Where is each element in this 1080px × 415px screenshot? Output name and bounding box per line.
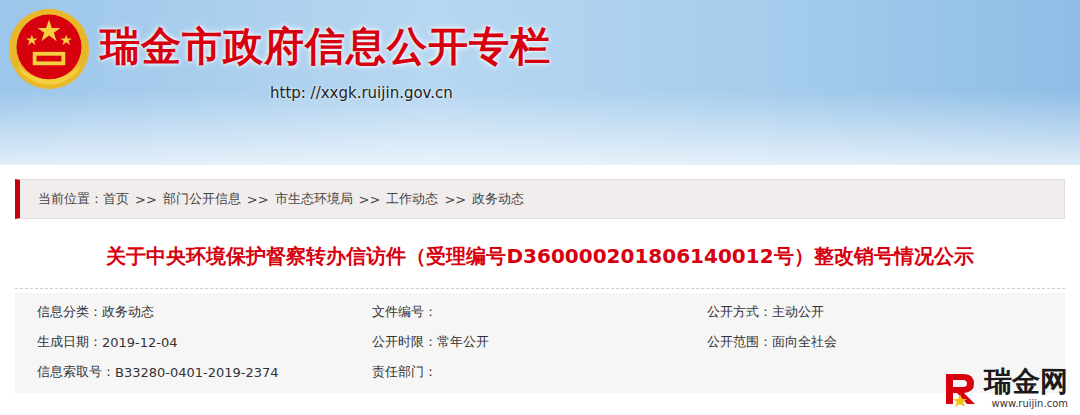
page: 瑞金市政府信息公开专栏 http: //xxgk.ruijin.gov.cn 当前位… bbox=[0, 0, 1080, 415]
meta-table: 信息分类：政务动态文件编号：公开方式：主动公开生成日期：2019-12-04公开… bbox=[15, 293, 1065, 393]
breadcrumb-item[interactable]: 工作动态 bbox=[386, 190, 438, 208]
content: 当前位置：首页 >> 部门公开信息 >> 市生态环境局 >> 工作动态 >> 政务动态关于中央环… bbox=[0, 165, 1080, 393]
breadcrumb-separator: >> bbox=[359, 192, 381, 207]
meta-item: 责任部门： bbox=[372, 361, 707, 383]
national-emblem-icon bbox=[6, 6, 92, 92]
breadcrumb: 当前位置：首页 >> 部门公开信息 >> 市生态环境局 >> 工作动态 >> 政务动态 bbox=[15, 179, 1065, 219]
breadcrumb-label: 当前位置： bbox=[38, 190, 103, 208]
meta-item: 信息索取号：B33280-0401-2019-2374 bbox=[37, 361, 372, 383]
site-title: 瑞金市政府信息公开专栏 bbox=[100, 22, 551, 70]
banner: 瑞金市政府信息公开专栏 http: //xxgk.ruijin.gov.cn bbox=[0, 0, 1080, 165]
ruijin-logo-icon bbox=[940, 368, 980, 408]
meta-item: 文件编号： bbox=[372, 301, 707, 323]
site-url[interactable]: http: //xxgk.ruijin.gov.cn bbox=[270, 84, 551, 102]
breadcrumb-item[interactable]: 市生态环境局 bbox=[275, 190, 353, 208]
meta-item: 公开方式：主动公开 bbox=[707, 301, 1043, 323]
article-title: 关于中央环境保护督察转办信访件（受理编号D360000201806140012号… bbox=[15, 219, 1065, 289]
watermark: 瑞金网www.ruijin.com bbox=[940, 367, 1068, 409]
breadcrumb-item[interactable]: 政务动态 bbox=[472, 190, 524, 208]
meta-item: 生成日期：2019-12-04 bbox=[37, 331, 372, 353]
meta-item: 公开范围：面向全社会 bbox=[707, 331, 1043, 353]
meta-item: 公开时限：常年公开 bbox=[372, 331, 707, 353]
meta-item: 信息分类：政务动态 bbox=[37, 301, 372, 323]
breadcrumb-item[interactable]: 部门公开信息 bbox=[163, 190, 241, 208]
breadcrumb-separator: >> bbox=[135, 192, 157, 207]
breadcrumb-separator: >> bbox=[247, 192, 269, 207]
breadcrumb-separator: >> bbox=[444, 192, 466, 207]
breadcrumb-item[interactable]: 首页 bbox=[103, 190, 129, 208]
